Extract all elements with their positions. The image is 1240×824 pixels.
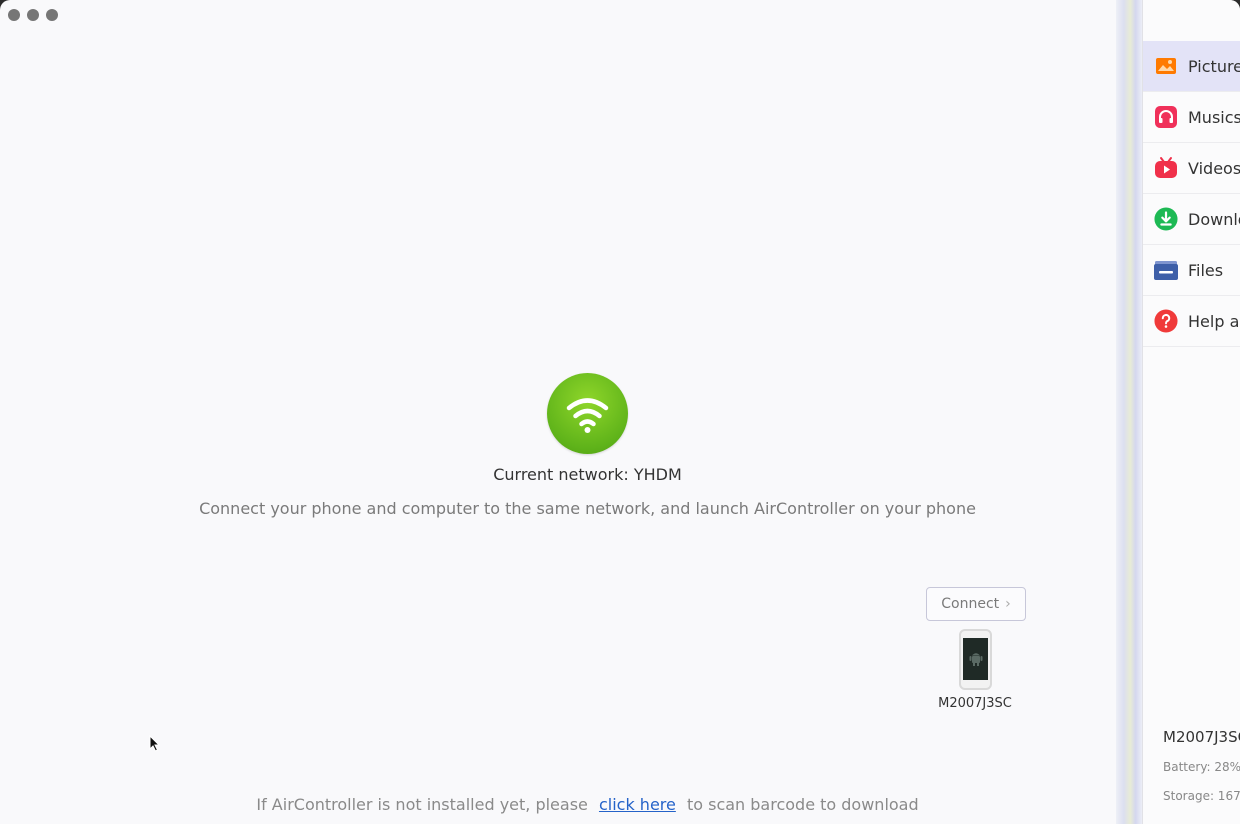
current-network-label: Current network: YHDM bbox=[493, 465, 682, 484]
folder-icon bbox=[1154, 258, 1178, 282]
sidebar-item-label: Videos bbox=[1188, 158, 1240, 178]
sidebar-item-label: Picture bbox=[1188, 56, 1240, 76]
picture-icon bbox=[1154, 54, 1178, 78]
wifi-icon bbox=[547, 373, 628, 454]
install-hint: If AirController is not installed yet, p… bbox=[0, 795, 1175, 814]
device-name-label: M2007J3SC bbox=[938, 696, 1012, 711]
app-window: Current network: YHDM Connect your phone… bbox=[0, 0, 1240, 824]
sidebar-item-musics[interactable]: Musics bbox=[1143, 92, 1240, 143]
download-icon bbox=[1154, 207, 1178, 231]
sidebar-item-files[interactable]: Files bbox=[1143, 245, 1240, 296]
chevron-right-icon: › bbox=[1005, 596, 1011, 612]
sidebar-item-label: Help ar bbox=[1188, 311, 1240, 331]
android-icon bbox=[963, 638, 988, 680]
scan-barcode-link[interactable]: click here bbox=[599, 795, 676, 814]
battery-status: Battery: 28% bbox=[1163, 760, 1240, 774]
sidebar-item-videos[interactable]: Videos bbox=[1143, 143, 1240, 194]
sidebar-item-label: Downlo bbox=[1188, 209, 1240, 229]
storage-status: Storage: 167. bbox=[1163, 789, 1240, 803]
video-icon bbox=[1154, 156, 1178, 180]
connect-button[interactable]: Connect › bbox=[926, 587, 1026, 621]
install-hint-prefix: If AirController is not installed yet, p… bbox=[256, 795, 588, 814]
sidebar-item-downloads[interactable]: Downlo bbox=[1143, 194, 1240, 245]
connection-panel: Current network: YHDM Connect your phone… bbox=[0, 0, 1116, 824]
sidebar-item-help[interactable]: Help ar bbox=[1143, 296, 1240, 347]
sidebar-device-name: M2007J3SC bbox=[1163, 728, 1240, 746]
panel-divider[interactable] bbox=[1116, 0, 1142, 824]
install-hint-suffix: to scan barcode to download bbox=[686, 795, 919, 814]
headphones-icon bbox=[1154, 105, 1178, 129]
connect-button-label: Connect bbox=[941, 596, 1000, 612]
sidebar-item-picture[interactable]: Picture bbox=[1143, 41, 1240, 92]
phone-icon[interactable] bbox=[959, 629, 992, 690]
help-icon bbox=[1154, 309, 1178, 333]
sidebar-item-label: Musics bbox=[1188, 107, 1240, 127]
mouse-cursor-icon bbox=[149, 735, 161, 752]
sidebar-item-label: Files bbox=[1188, 260, 1224, 280]
connection-instruction: Connect your phone and computer to the s… bbox=[199, 499, 976, 518]
sidebar: Picture Musics Videos Downl Files Help a… bbox=[1142, 0, 1240, 824]
